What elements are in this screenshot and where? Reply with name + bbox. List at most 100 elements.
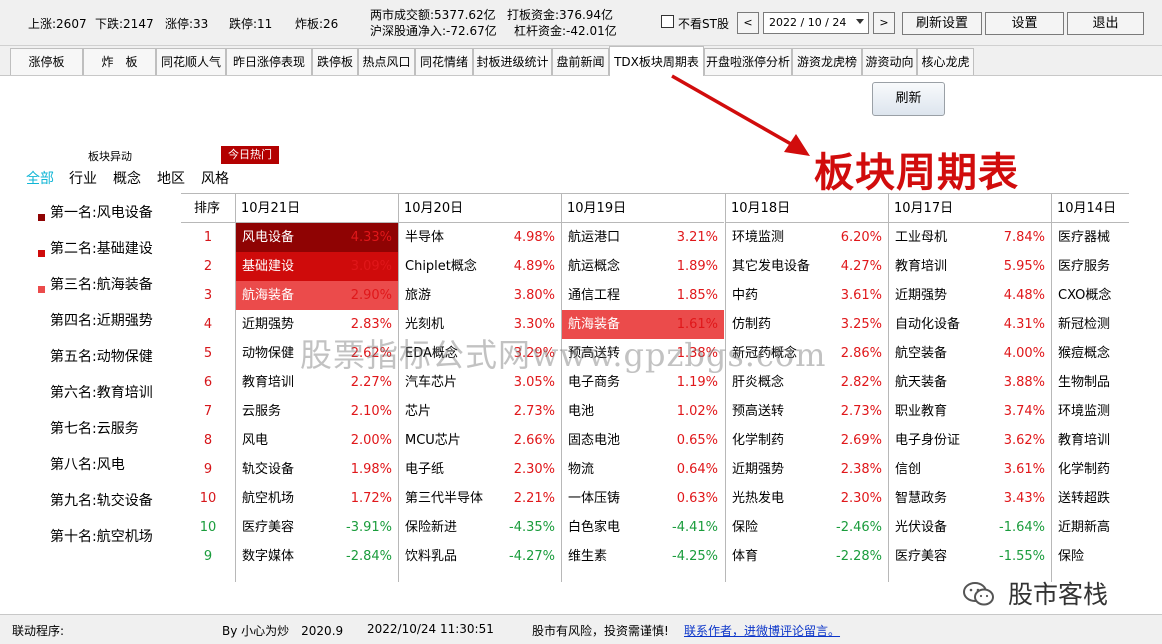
filter-1[interactable]: 行业 — [69, 168, 97, 188]
sector-cell[interactable]: 保险 -2.46% — [726, 513, 888, 542]
refresh-settings-button[interactable]: 刷新设置 — [902, 12, 982, 35]
sector-cell[interactable]: 化学制药 2.69% — [726, 426, 888, 455]
sector-cell[interactable]: MCU芯片 2.66% — [399, 426, 561, 455]
sector-cell[interactable]: 职业教育 3.74% — [889, 397, 1051, 426]
sector-cell[interactable]: 半导体 4.98% — [399, 223, 561, 252]
sector-cell[interactable]: Chiplet概念 4.89% — [399, 252, 561, 281]
tab-8[interactable]: 盘前新闻 — [552, 48, 609, 75]
sector-cell[interactable]: 教育培训 — [1052, 426, 1130, 455]
date-header[interactable]: 10月17日 — [888, 194, 1051, 223]
rank-item[interactable]: 第四名:近期强势 — [50, 310, 153, 330]
tab-4[interactable]: 跌停板 — [312, 48, 358, 75]
sector-cell[interactable]: 环境监测 — [1052, 397, 1130, 426]
tab-12[interactable]: 游资动向 — [862, 48, 917, 75]
sector-cell[interactable]: 航运港口 3.21% — [562, 223, 724, 252]
sector-cell[interactable]: 自动化设备 4.31% — [889, 310, 1051, 339]
sector-cell[interactable]: 光伏设备 -1.64% — [889, 513, 1051, 542]
rank-item[interactable]: 第九名:轨交设备 — [50, 490, 153, 510]
sector-cell[interactable]: 保险新进 -4.35% — [399, 513, 561, 542]
sector-cell[interactable]: 数字媒体 -2.84% — [236, 542, 398, 571]
date-header[interactable]: 10月18日 — [725, 194, 888, 223]
sector-cell[interactable]: 医疗美容 -3.91% — [236, 513, 398, 542]
sector-cell[interactable]: 化学制药 — [1052, 455, 1130, 484]
prev-date-button[interactable]: < — [737, 12, 759, 34]
sector-cell[interactable]: 中药 3.61% — [726, 281, 888, 310]
sector-cell[interactable]: 新冠检测 — [1052, 310, 1130, 339]
tab-0[interactable]: 涨停板 — [10, 48, 83, 75]
sector-cell[interactable]: 白色家电 -4.41% — [562, 513, 724, 542]
sector-cell[interactable]: 医疗器械 — [1052, 223, 1130, 252]
sector-cell[interactable]: 物流 0.64% — [562, 455, 724, 484]
sector-cell[interactable]: 工业母机 7.84% — [889, 223, 1051, 252]
sector-cell[interactable]: 基础建设 3.09% — [236, 252, 398, 281]
tab-13[interactable]: 核心龙虎 — [917, 48, 974, 75]
settings-button[interactable]: 设置 — [985, 12, 1064, 35]
rank-item[interactable]: 第十名:航空机场 — [50, 526, 153, 546]
rank-item[interactable]: 第五名:动物保健 — [50, 346, 153, 366]
sector-cell[interactable]: 体育 -2.28% — [726, 542, 888, 571]
next-date-button[interactable]: > — [873, 12, 895, 34]
contact-link[interactable]: 联系作者，进微博评论留言。 — [684, 622, 840, 639]
sector-cell[interactable]: 预高送转 2.73% — [726, 397, 888, 426]
sector-cell[interactable]: CXO概念 — [1052, 281, 1130, 310]
filter-4[interactable]: 风格 — [201, 168, 229, 188]
sector-cell[interactable]: 电池 1.02% — [562, 397, 724, 426]
sector-cell[interactable]: 航运概念 1.89% — [562, 252, 724, 281]
sector-cell[interactable]: 生物制品 — [1052, 368, 1130, 397]
sector-cell[interactable]: 芯片 2.73% — [399, 397, 561, 426]
tab-2[interactable]: 同花顺人气 — [156, 48, 226, 75]
sector-cell[interactable]: 维生素 -4.25% — [562, 542, 724, 571]
rank-item[interactable]: 第一名:风电设备 — [50, 202, 153, 222]
tab-6[interactable]: 同花情绪 — [415, 48, 473, 75]
sector-cell[interactable]: 风电设备 4.33% — [236, 223, 398, 252]
sector-cell[interactable]: 一体压铸 0.63% — [562, 484, 724, 513]
rank-item[interactable]: 第六名:教育培训 — [50, 382, 153, 402]
tab-7[interactable]: 封板进级统计 — [473, 48, 552, 75]
sector-move-label[interactable]: 板块异动 — [88, 148, 132, 164]
rank-item[interactable]: 第二名:基础建设 — [50, 238, 153, 258]
tab-3[interactable]: 昨日涨停表现 — [226, 48, 312, 75]
sector-cell[interactable]: 电子纸 2.30% — [399, 455, 561, 484]
sector-cell[interactable]: 信创 3.61% — [889, 455, 1051, 484]
sector-cell[interactable]: 航海装备 2.90% — [236, 281, 398, 310]
sector-cell[interactable]: 医疗服务 — [1052, 252, 1130, 281]
sector-cell[interactable]: 智慧政务 3.43% — [889, 484, 1051, 513]
sector-cell[interactable]: 其它发电设备 4.27% — [726, 252, 888, 281]
sector-cell[interactable]: 航空装备 4.00% — [889, 339, 1051, 368]
sector-cell[interactable]: 通信工程 1.85% — [562, 281, 724, 310]
sector-cell[interactable]: 光热发电 2.30% — [726, 484, 888, 513]
date-header[interactable]: 10月21日 — [235, 194, 398, 223]
filter-3[interactable]: 地区 — [157, 168, 185, 188]
date-header[interactable]: 10月20日 — [398, 194, 561, 223]
tab-1[interactable]: 炸 板 — [83, 48, 156, 75]
tab-5[interactable]: 热点风口 — [358, 48, 415, 75]
calendar-dropdown-icon[interactable] — [856, 19, 864, 24]
sector-cell[interactable]: 医疗美容 -1.55% — [889, 542, 1051, 571]
sector-cell[interactable]: 近期强势 4.48% — [889, 281, 1051, 310]
sector-cell[interactable]: 饮料乳品 -4.27% — [399, 542, 561, 571]
sector-cell[interactable]: 轨交设备 1.98% — [236, 455, 398, 484]
filter-0[interactable]: 全部 — [26, 168, 54, 188]
refresh-button[interactable]: 刷新 — [872, 82, 945, 116]
sector-cell[interactable]: 云服务 2.10% — [236, 397, 398, 426]
sector-cell[interactable]: 固态电池 0.65% — [562, 426, 724, 455]
sector-cell[interactable]: 风电 2.00% — [236, 426, 398, 455]
sector-cell[interactable]: 环境监测 6.20% — [726, 223, 888, 252]
date-input[interactable]: 2022 / 10 / 24 — [763, 12, 869, 34]
sector-cell[interactable]: 旅游 3.80% — [399, 281, 561, 310]
sector-cell[interactable]: 第三代半导体 2.21% — [399, 484, 561, 513]
sector-cell[interactable]: 教育培训 5.95% — [889, 252, 1051, 281]
date-header[interactable]: 10月14日 — [1051, 194, 1129, 223]
today-hot-button[interactable]: 今日热门 — [221, 146, 279, 164]
date-header[interactable]: 10月19日 — [561, 194, 724, 223]
sector-cell[interactable]: 航天装备 3.88% — [889, 368, 1051, 397]
sector-cell[interactable]: 猴痘概念 — [1052, 339, 1130, 368]
rank-item[interactable]: 第七名:云服务 — [50, 418, 139, 438]
sector-cell[interactable]: 送转超跌 — [1052, 484, 1130, 513]
sector-cell[interactable]: 近期强势 2.38% — [726, 455, 888, 484]
sector-cell[interactable]: 保险 — [1052, 542, 1130, 571]
hide-st-checkbox[interactable] — [661, 15, 674, 28]
exit-button[interactable]: 退出 — [1067, 12, 1144, 35]
rank-item[interactable]: 第三名:航海装备 — [50, 274, 153, 294]
rank-item[interactable]: 第八名:风电 — [50, 454, 125, 474]
